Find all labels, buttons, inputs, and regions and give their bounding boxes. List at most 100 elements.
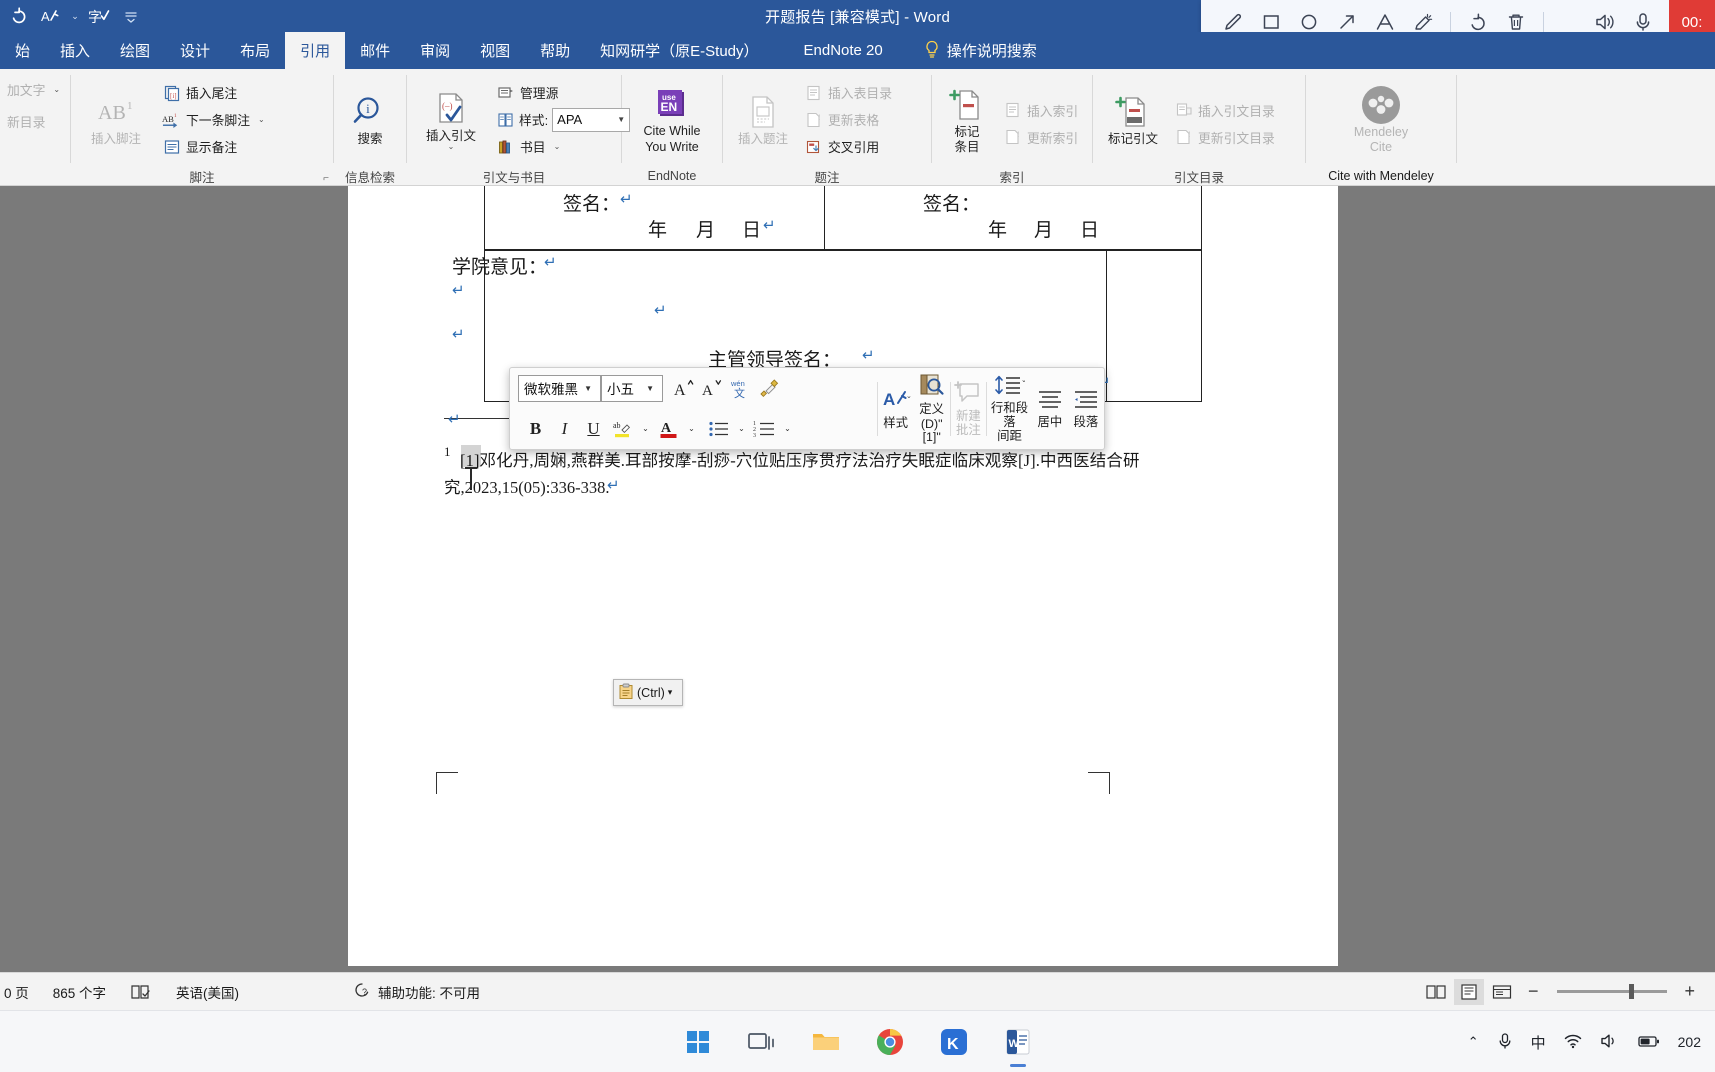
font-color-dropdown[interactable]: ⌄ — [684, 414, 699, 444]
tab-help[interactable]: 帮助 — [525, 32, 585, 69]
tab-home[interactable]: 始 — [0, 32, 45, 69]
update-index-button[interactable]: ! 更新索引 — [999, 125, 1082, 149]
highlight-dropdown[interactable]: ⌄ — [638, 414, 653, 444]
task-view-icon[interactable] — [741, 1021, 783, 1063]
svg-text:A: A — [674, 382, 686, 399]
paste-options-button[interactable]: (Ctrl) ▾ — [613, 679, 683, 706]
bibliography-button[interactable]: 书目 ⌄ — [492, 135, 634, 159]
spellcheck-icon[interactable]: 字 — [84, 3, 114, 29]
tab-layout[interactable]: 布局 — [225, 32, 285, 69]
paragraph-button[interactable]: 段落 — [1068, 368, 1104, 449]
tab-review[interactable]: 审阅 — [405, 32, 465, 69]
speaker-icon[interactable] — [1600, 1032, 1620, 1053]
shrink-font-button[interactable]: A — [698, 373, 725, 403]
undo-icon[interactable] — [4, 3, 34, 29]
print-layout-icon[interactable] — [1453, 978, 1484, 1005]
highlight-button[interactable]: ab — [609, 414, 636, 444]
group-label-endnote: EndNote — [647, 169, 697, 183]
chrome-icon[interactable] — [869, 1021, 911, 1063]
page-count[interactable]: 0 页 — [0, 982, 41, 1002]
insert-footnote-button[interactable]: AB 1 插入脚注 — [78, 90, 154, 148]
numbering-dropdown[interactable]: ⌄ — [780, 414, 795, 444]
accessibility-indicator[interactable]: ? 辅助功能: 不可用 — [251, 981, 492, 1002]
insert-endnote-button[interactable]: [i] 插入尾注 — [158, 81, 269, 105]
font-name-select[interactable]: 微软雅黑 ▼ — [518, 374, 601, 402]
cross-reference-button[interactable]: 交叉引用 — [800, 135, 896, 159]
ime-indicator[interactable]: 中 — [1531, 1032, 1546, 1053]
center-align-button[interactable]: 居中 — [1032, 368, 1068, 449]
insert-table-of-authorities-button[interactable]: 插入引文目录 — [1170, 98, 1279, 122]
add-text-button[interactable]: 加文字 ⌄ — [7, 77, 60, 101]
underline-button[interactable]: U — [580, 414, 607, 444]
bullets-button[interactable] — [705, 414, 732, 444]
insert-citation-button[interactable]: (–) 插入引文 ⌄ — [414, 87, 488, 152]
tab-cnki-estudy[interactable]: 知网研学（原E-Study） — [585, 32, 773, 69]
word-count[interactable]: 865 个字 — [41, 982, 118, 1002]
numbering-button[interactable]: 123 — [751, 414, 778, 444]
autosave-icon[interactable]: A — [36, 3, 66, 29]
new-comment-button[interactable]: 新建 批注 — [950, 368, 986, 449]
line-spacing-button[interactable]: ⌄ 行和段落 间距 — [987, 368, 1032, 449]
kingsoft-icon[interactable]: K — [933, 1021, 975, 1063]
document-page[interactable]: 签名： ↵ 签名： 年 月 日 ↵ 年 月 日 ↵ ↵ 学院意见： ↵ ↵ ↵ … — [348, 186, 1338, 966]
zoom-slider-thumb[interactable] — [1629, 984, 1635, 999]
show-notes-button[interactable]: 显示备注 — [158, 135, 269, 159]
italic-button[interactable]: I — [551, 414, 578, 444]
tab-references[interactable]: 引用 — [285, 32, 346, 69]
update-table-button[interactable]: ! 更新表格 — [800, 108, 896, 132]
document-canvas[interactable]: 签名： ↵ 签名： 年 月 日 ↵ 年 月 日 ↵ ↵ 学院意见： ↵ ↵ ↵ … — [0, 186, 1715, 972]
bold-button[interactable]: B — [522, 414, 549, 444]
citation-style-select[interactable]: APA ▼ — [552, 107, 631, 132]
chevron-down-icon[interactable]: ⌄ — [68, 11, 82, 22]
word-icon[interactable]: W — [997, 1021, 1039, 1063]
update-table-of-authorities-button[interactable]: ! 更新引文目录 — [1170, 125, 1279, 149]
microphone-icon[interactable] — [1496, 1032, 1514, 1053]
format-painter-button[interactable] — [754, 373, 781, 403]
file-explorer-icon[interactable] — [805, 1021, 847, 1063]
insert-caption-button[interactable]: 插入题注 — [730, 90, 796, 148]
paragraph-icon — [1072, 387, 1100, 415]
bullets-dropdown[interactable]: ⌄ — [734, 414, 749, 444]
read-mode-icon[interactable] — [1421, 979, 1451, 1005]
dialog-launcher-icon[interactable]: ⌐ — [323, 173, 329, 184]
update-table-button[interactable]: 新目录 — [7, 109, 45, 133]
tab-endnote[interactable]: EndNote 20 — [774, 32, 898, 69]
mark-entry-button[interactable]: 标记 条目 — [939, 83, 995, 156]
tab-design[interactable]: 设计 — [165, 32, 225, 69]
research-search-button[interactable]: i 搜索 — [343, 90, 397, 149]
mendeley-cite-button[interactable]: Mendeley Cite — [1333, 83, 1429, 156]
tab-draw[interactable]: 绘图 — [105, 32, 165, 69]
show-hidden-icons-icon[interactable]: ⌃ — [1468, 1034, 1479, 1050]
define-button[interactable]: 定义 (D)"[1]" — [914, 368, 950, 449]
mark-citation-button[interactable]: 标记引文 — [1100, 90, 1166, 148]
font-size-select[interactable]: 小五 ▼ — [601, 374, 663, 402]
next-footnote-button[interactable]: AB 1 下一条脚注 ⌄ — [158, 108, 269, 132]
font-color-button[interactable]: A — [655, 414, 682, 444]
web-layout-icon[interactable] — [1487, 979, 1517, 1005]
zoom-slider[interactable] — [1557, 984, 1668, 999]
language-indicator[interactable]: 英语(美国) — [164, 982, 251, 1002]
insert-index-button[interactable]: 插入索引 — [999, 98, 1082, 122]
zoom-in-button[interactable]: + — [1678, 981, 1701, 1002]
phonetic-guide-button[interactable]: wén 文 — [726, 373, 753, 403]
grow-font-button[interactable]: A — [670, 373, 697, 403]
tell-me-search[interactable]: 操作说明搜索 — [898, 32, 1052, 69]
wifi-icon[interactable] — [1563, 1032, 1583, 1053]
group-label-footnotes-text: 脚注 — [189, 170, 215, 185]
proofing-icon[interactable] — [118, 982, 164, 1002]
chevron-down-icon[interactable]: ⌄ — [448, 143, 455, 151]
date-day-left: 日 — [742, 220, 762, 241]
styles-button[interactable]: A ⌄ 样式 — [878, 368, 914, 449]
customize-qat-icon[interactable] — [124, 9, 138, 23]
insert-table-of-figures-button[interactable]: 插入表目录 — [800, 81, 896, 105]
tab-mailings[interactable]: 邮件 — [345, 32, 405, 69]
mini-formatting-toolbar[interactable]: 微软雅黑 ▼ 小五 ▼ A A wén 文 B I U ab ⌄ A ⌄ ⌄ 1… — [509, 367, 1105, 450]
tab-view[interactable]: 视图 — [465, 32, 525, 69]
start-windows-icon[interactable] — [677, 1021, 719, 1063]
cite-while-you-write-button[interactable]: use EN Cite While You Write — [626, 82, 718, 157]
tab-insert[interactable]: 插入 — [45, 32, 105, 69]
battery-icon[interactable] — [1637, 1032, 1661, 1053]
zoom-out-button[interactable]: − — [1520, 981, 1547, 1002]
clock[interactable]: 202 — [1678, 1034, 1701, 1050]
manage-sources-button[interactable]: 管理源 — [492, 81, 634, 105]
